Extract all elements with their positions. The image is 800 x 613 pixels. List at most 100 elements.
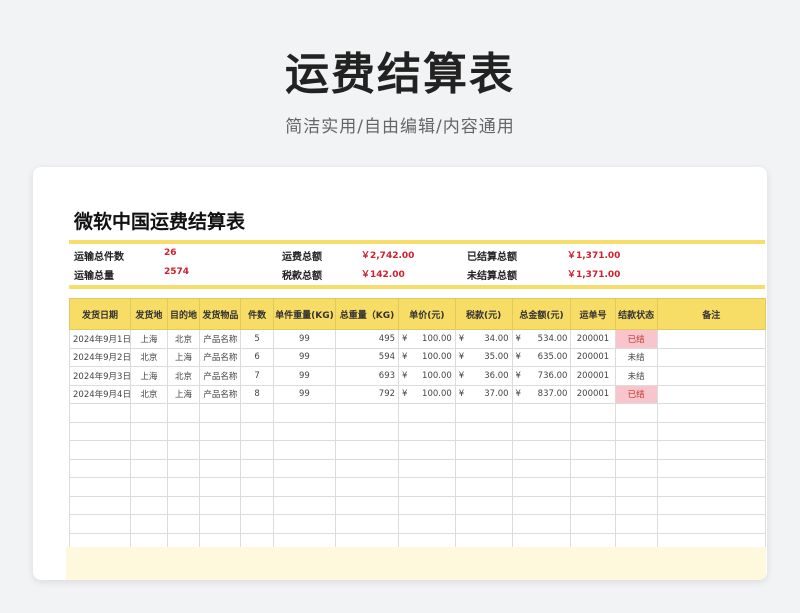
price-cell[interactable]: ¥100.00 xyxy=(398,384,456,404)
unit-weight-cell[interactable]: 99 xyxy=(272,347,336,367)
item-cell[interactable]: 产品名称 xyxy=(199,347,242,367)
empty-cell[interactable] xyxy=(272,440,336,460)
date-cell[interactable]: 2024年9月3日 xyxy=(69,366,131,386)
tax-cell[interactable]: ¥35.00 xyxy=(454,347,513,367)
empty-cell[interactable] xyxy=(166,440,201,460)
unit-weight-cell[interactable]: 99 xyxy=(272,329,336,349)
empty-cell[interactable] xyxy=(129,421,168,441)
empty-cell[interactable] xyxy=(240,495,274,515)
empty-cell[interactable] xyxy=(272,477,336,497)
note-cell[interactable] xyxy=(656,329,767,349)
empty-cell[interactable] xyxy=(199,403,242,423)
empty-cell[interactable] xyxy=(199,514,242,534)
qty-cell[interactable]: 7 xyxy=(240,366,274,386)
empty-cell[interactable] xyxy=(511,403,572,423)
empty-cell[interactable] xyxy=(656,458,767,478)
empty-cell[interactable] xyxy=(614,458,658,478)
empty-cell[interactable] xyxy=(454,458,513,478)
empty-cell[interactable] xyxy=(166,477,201,497)
unsettled-value[interactable]: ￥1,371.00 xyxy=(567,267,620,280)
col-from-header[interactable]: 发货地 xyxy=(129,298,168,330)
empty-cell[interactable] xyxy=(240,514,274,534)
total-items-value[interactable]: 26 xyxy=(164,248,177,258)
empty-cell[interactable] xyxy=(240,477,274,497)
empty-cell[interactable] xyxy=(398,514,456,534)
empty-cell[interactable] xyxy=(570,458,616,478)
unit-weight-cell[interactable]: 99 xyxy=(272,366,336,386)
waybill-cell[interactable]: 200001 xyxy=(570,366,616,386)
empty-cell[interactable] xyxy=(69,440,131,460)
empty-cell[interactable] xyxy=(199,440,242,460)
col-price-header[interactable]: 单价(元) xyxy=(398,298,456,330)
empty-cell[interactable] xyxy=(129,403,168,423)
price-cell[interactable]: ¥100.00 xyxy=(398,329,456,349)
empty-cell[interactable] xyxy=(166,495,201,515)
empty-cell[interactable] xyxy=(454,421,513,441)
item-cell[interactable]: 产品名称 xyxy=(199,366,242,386)
unit-weight-cell[interactable]: 99 xyxy=(272,384,336,404)
empty-cell[interactable] xyxy=(166,403,201,423)
empty-cell[interactable] xyxy=(199,495,242,515)
empty-cell[interactable] xyxy=(511,440,572,460)
status-cell[interactable]: 未结 xyxy=(614,347,658,367)
empty-cell[interactable] xyxy=(69,458,131,478)
to-cell[interactable]: 北京 xyxy=(166,366,201,386)
empty-cell[interactable] xyxy=(570,421,616,441)
empty-cell[interactable] xyxy=(614,421,658,441)
amount-cell[interactable]: ¥837.00 xyxy=(511,384,572,404)
col-unit-weight-header[interactable]: 单件重量(KG) xyxy=(272,298,336,330)
empty-cell[interactable] xyxy=(69,403,131,423)
empty-cell[interactable] xyxy=(656,495,767,515)
empty-cell[interactable] xyxy=(199,477,242,497)
freight-total-value[interactable]: ￥2,742.00 xyxy=(361,248,414,261)
empty-cell[interactable] xyxy=(69,421,131,441)
empty-cell[interactable] xyxy=(166,421,201,441)
amount-cell[interactable]: ¥736.00 xyxy=(511,366,572,386)
empty-cell[interactable] xyxy=(614,495,658,515)
empty-cell[interactable] xyxy=(272,514,336,534)
empty-cell[interactable] xyxy=(614,514,658,534)
empty-cell[interactable] xyxy=(272,403,336,423)
to-cell[interactable]: 上海 xyxy=(166,384,201,404)
empty-cell[interactable] xyxy=(570,440,616,460)
empty-cell[interactable] xyxy=(454,440,513,460)
total-weight-cell[interactable]: 594 xyxy=(334,347,400,367)
price-cell[interactable]: ¥100.00 xyxy=(398,347,456,367)
empty-cell[interactable] xyxy=(129,514,168,534)
empty-cell[interactable] xyxy=(334,403,400,423)
empty-cell[interactable] xyxy=(454,514,513,534)
empty-cell[interactable] xyxy=(656,514,767,534)
col-tax-header[interactable]: 税款(元) xyxy=(454,298,513,330)
item-cell[interactable]: 产品名称 xyxy=(199,329,242,349)
tax-cell[interactable]: ¥36.00 xyxy=(454,366,513,386)
empty-cell[interactable] xyxy=(272,421,336,441)
amount-cell[interactable]: ¥635.00 xyxy=(511,347,572,367)
total-weight-cell[interactable]: 495 xyxy=(334,329,400,349)
note-cell[interactable] xyxy=(656,366,767,386)
from-cell[interactable]: 上海 xyxy=(129,329,168,349)
empty-cell[interactable] xyxy=(656,477,767,497)
col-total-weight-header[interactable]: 总重量（KG) xyxy=(334,298,400,330)
col-amount-header[interactable]: 总金额(元) xyxy=(511,298,572,330)
empty-cell[interactable] xyxy=(166,514,201,534)
col-note-header[interactable]: 备注 xyxy=(656,298,767,330)
empty-cell[interactable] xyxy=(570,514,616,534)
qty-cell[interactable]: 6 xyxy=(240,347,274,367)
total-weight-value[interactable]: 2574 xyxy=(164,267,189,277)
tax-cell[interactable]: ¥34.00 xyxy=(454,329,513,349)
empty-cell[interactable] xyxy=(454,403,513,423)
empty-cell[interactable] xyxy=(129,440,168,460)
col-to-header[interactable]: 目的地 xyxy=(166,298,201,330)
waybill-cell[interactable]: 200001 xyxy=(570,347,616,367)
col-date-header[interactable]: 发货日期 xyxy=(69,298,131,330)
settled-value[interactable]: ￥1,371.00 xyxy=(567,248,620,261)
empty-cell[interactable] xyxy=(334,458,400,478)
empty-cell[interactable] xyxy=(272,495,336,515)
empty-cell[interactable] xyxy=(334,440,400,460)
date-cell[interactable]: 2024年9月4日 xyxy=(69,384,131,404)
qty-cell[interactable]: 5 xyxy=(240,329,274,349)
empty-cell[interactable] xyxy=(614,477,658,497)
empty-cell[interactable] xyxy=(240,458,274,478)
status-cell[interactable]: 已结 xyxy=(614,384,658,404)
date-cell[interactable]: 2024年9月2日 xyxy=(69,347,131,367)
